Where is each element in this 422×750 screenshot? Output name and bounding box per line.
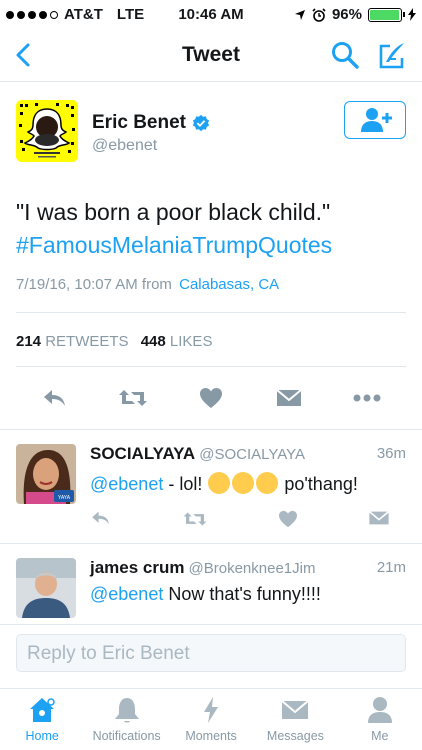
tweet-body: "I was born a poor black child.": [16, 199, 331, 225]
like-button[interactable]: [194, 384, 228, 412]
tab-label: Messages: [266, 729, 324, 743]
reply-text-part: Now that's funny!!!!: [163, 584, 321, 604]
tweet-text: "I was born a poor black child." #Famous…: [16, 196, 406, 262]
tweet-location-link[interactable]: Calabasas, CA: [179, 276, 279, 293]
reply-button[interactable]: [38, 384, 72, 412]
divider: [16, 312, 406, 313]
reply-time: 36m: [376, 445, 406, 462]
author-name-row[interactable]: Eric Benet: [92, 112, 210, 134]
reply-input[interactable]: Reply to Eric Benet: [16, 634, 406, 672]
follow-button[interactable]: [344, 101, 406, 139]
location-arrow-icon: [294, 9, 305, 20]
reply-avatar[interactable]: [16, 558, 76, 618]
reply-avatar[interactable]: YAYA: [16, 444, 76, 504]
tweet-actions: [16, 384, 406, 414]
envelope-icon: [276, 389, 302, 406]
tab-me[interactable]: Me: [338, 689, 422, 750]
laughing-emoji-icon: [232, 472, 255, 494]
reply-icon[interactable]: [90, 510, 112, 526]
tab-label: Me: [371, 729, 389, 743]
reply-text-part: po'thang!: [279, 474, 358, 494]
tab-moments[interactable]: Moments: [169, 689, 253, 750]
heart-icon: [200, 388, 222, 408]
laughing-emoji-icon: [256, 472, 279, 494]
tab-label: Notifications: [92, 729, 161, 743]
reply-author-name[interactable]: SOCIALYAYA: [90, 444, 195, 463]
status-right: 96%: [294, 6, 416, 23]
reply-text-part: - lol!: [163, 474, 208, 494]
likes-count: 448: [140, 333, 166, 350]
heart-icon[interactable]: [278, 510, 298, 528]
tab-home[interactable]: Home: [0, 689, 84, 750]
retweet-icon[interactable]: [182, 510, 208, 528]
lightning-icon: [204, 697, 219, 723]
snapcode-avatar-image: [16, 100, 78, 162]
reply-avatar-image: YAYA: [16, 444, 76, 504]
bell-icon: [114, 698, 139, 723]
author-handle[interactable]: @ebenet: [92, 137, 157, 155]
add-user-icon: [361, 108, 392, 132]
battery-icon: [368, 7, 405, 22]
reply-author-handle[interactable]: @SOCIALYAYA: [199, 446, 305, 463]
retweet-icon: [119, 390, 147, 406]
divider: [0, 624, 422, 625]
more-dots-icon: [353, 394, 381, 402]
author-name[interactable]: Eric Benet: [92, 112, 186, 134]
reply-author-handle[interactable]: @Brokenknee1Jim: [189, 560, 316, 577]
likes-label: LIKES: [169, 333, 213, 350]
person-icon: [367, 697, 392, 723]
nav-bar: Tweet: [0, 30, 422, 82]
tab-label: Moments: [185, 729, 237, 743]
tweet-hashtag-link[interactable]: #FamousMelaniaTrumpQuotes: [16, 229, 406, 262]
charging-icon: [408, 8, 416, 21]
author-avatar[interactable]: [16, 100, 78, 162]
reply-time: 21m: [376, 559, 406, 576]
reply-header: james crum @Brokenknee1Jim: [90, 558, 315, 578]
tweet-timestamp-row: 7/19/16, 10:07 AM from Calabasas, CA: [16, 276, 279, 293]
tab-messages[interactable]: Messages: [253, 689, 337, 750]
envelope-icon[interactable]: [368, 510, 390, 526]
retweets-count: 214: [16, 333, 42, 350]
laughing-emoji-icon: [208, 472, 231, 494]
tab-label: Home: [25, 729, 59, 743]
compose-icon[interactable]: [376, 40, 408, 72]
divider: [16, 366, 406, 367]
reply-header: SOCIALYAYA @SOCIALYAYA: [90, 444, 305, 464]
envelope-icon: [281, 700, 310, 719]
reply-text: @ebenet Now that's funny!!!!: [90, 584, 321, 605]
home-icon: [30, 698, 55, 722]
reply-text: @ebenet - lol! po'thang!: [90, 472, 358, 495]
retweet-button[interactable]: [116, 384, 150, 412]
reply-item[interactable]: YAYA SOCIALYAYA @SOCIALYAYA 36m @ebenet -…: [0, 430, 422, 542]
reply-mention-link[interactable]: @ebenet: [90, 474, 163, 494]
battery-percent: 96%: [331, 6, 362, 23]
reply-mention-link[interactable]: @ebenet: [90, 584, 163, 604]
reply-actions: [90, 510, 390, 528]
direct-message-button[interactable]: [272, 384, 306, 412]
status-bar: AT&T LTE 10:46 AM 96%: [0, 0, 422, 30]
svg-text:YAYA: YAYA: [58, 495, 71, 501]
reply-author-name[interactable]: james crum: [90, 558, 185, 577]
verified-badge-icon: [192, 114, 210, 132]
likes-stat[interactable]: 448 LIKES: [141, 333, 213, 350]
tweet-timestamp: 7/19/16, 10:07 AM from: [16, 276, 172, 293]
tweet-stats: 214 RETWEETS 448 LIKES: [16, 333, 212, 350]
search-icon[interactable]: [330, 40, 360, 70]
tab-notifications[interactable]: Notifications: [84, 689, 168, 750]
tab-bar: Home Notifications Moments Messages Me: [0, 688, 422, 750]
alarm-icon: [312, 7, 326, 22]
reply-icon: [44, 390, 65, 406]
reply-item[interactable]: james crum @Brokenknee1Jim 21m @ebenet No…: [0, 544, 422, 624]
reply-avatar-image: [16, 558, 76, 618]
more-button[interactable]: [350, 384, 384, 412]
retweets-label: RETWEETS: [45, 333, 129, 350]
retweets-stat[interactable]: 214 RETWEETS: [16, 333, 129, 350]
